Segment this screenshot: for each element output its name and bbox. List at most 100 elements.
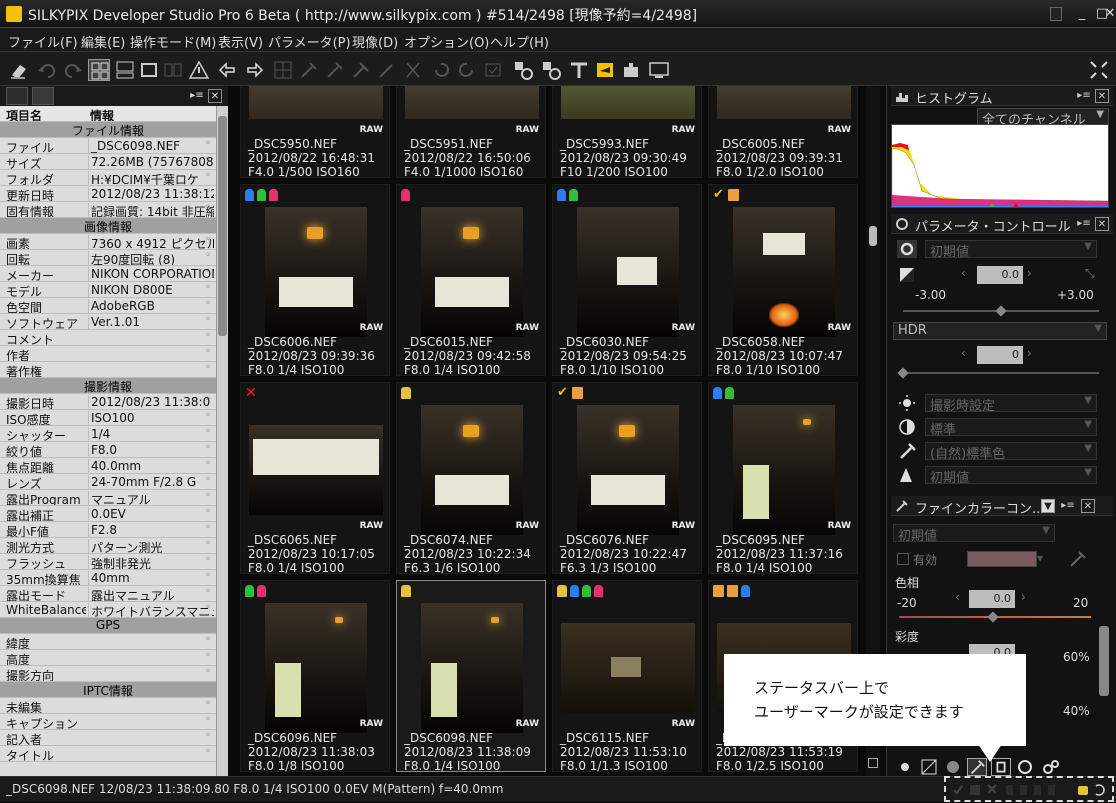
- info-row[interactable]: フラッシュ 強制非発光 ◦: [0, 554, 216, 570]
- edit-dot-icon[interactable]: ◦: [205, 538, 211, 549]
- info-row[interactable]: 露出モード 露出マニュアル ◦: [0, 586, 216, 602]
- info-row[interactable]: 更新日時 2012/08/23 11:38:12 ◦: [0, 186, 216, 202]
- thumbnail-view-icon[interactable]: [88, 59, 110, 81]
- enable-checkbox[interactable]: [897, 553, 909, 565]
- lens-icon[interactable]: [1015, 758, 1035, 776]
- exposure-value[interactable]: 0.0: [977, 266, 1023, 284]
- thumbnail-image[interactable]: [561, 86, 695, 119]
- edit-dot-icon[interactable]: ◦: [205, 602, 211, 613]
- thumbnail-image[interactable]: [249, 86, 383, 119]
- edit-dot-icon[interactable]: ◦: [205, 138, 211, 149]
- hue-slider-knob[interactable]: [987, 611, 999, 623]
- fine-color-dropdown-icon[interactable]: ▼: [1041, 499, 1055, 513]
- info-row[interactable]: ソフトウェア Ver.1.01 ◦: [0, 314, 216, 330]
- info-row[interactable]: キャプション ◦: [0, 714, 216, 730]
- info-section-header[interactable]: 撮影情報: [0, 378, 216, 394]
- thumbnail-cell[interactable]: ✔ RAW _DSC6058.NEF 2012/08/23 10:07:47 F8.0 …: [708, 184, 858, 377]
- edit-dot-icon[interactable]: ◦: [205, 554, 211, 565]
- edit-dot-icon[interactable]: ◦: [205, 666, 211, 677]
- fine-color-picker-icon[interactable]: [1067, 550, 1087, 568]
- thumbnail-cell[interactable]: RAW _DSC6096.NEF 2012/08/23 11:38:03 F8.0 1…: [240, 580, 390, 773]
- edit-dot-icon[interactable]: ◦: [205, 202, 211, 213]
- info-tab-icon[interactable]: [32, 87, 54, 105]
- increment-icon[interactable]: ›: [1027, 346, 1032, 360]
- edit-dot-icon[interactable]: ◦: [205, 634, 211, 645]
- thumbnail-image[interactable]: [421, 207, 523, 337]
- info-section-header[interactable]: 画像情報: [0, 218, 216, 234]
- eraser-icon[interactable]: [8, 59, 30, 81]
- info-row[interactable]: フォルダ H:¥DCIM¥千葉ロケ ◦: [0, 170, 216, 186]
- info-section-header[interactable]: ファイル情報: [0, 122, 216, 138]
- thumbnail-image[interactable]: [421, 405, 523, 535]
- sharpness-select[interactable]: 初期値 ▼: [925, 466, 1097, 486]
- edit-dot-icon[interactable]: ◦: [205, 362, 211, 373]
- info-row[interactable]: WhiteBalance ホワイトバランスマニュ ◦: [0, 602, 216, 618]
- thumbnail-cell[interactable]: RAW _DSC6006.NEF 2012/08/23 09:39:36 F8.0 1…: [240, 184, 390, 377]
- edit-dot-icon[interactable]: ◦: [205, 490, 211, 501]
- menu-edit[interactable]: 編集(E): [81, 32, 125, 51]
- info-section-header[interactable]: IPTC情報: [0, 682, 216, 698]
- edit-dot-icon[interactable]: ◦: [205, 330, 211, 341]
- wb-picker-icon[interactable]: [298, 59, 320, 81]
- info-row[interactable]: 高度 ◦: [0, 650, 216, 666]
- next-arrow-icon[interactable]: [244, 59, 266, 81]
- thumbnail-image[interactable]: [733, 405, 835, 535]
- panel-close-icon[interactable]: ✕: [1095, 89, 1109, 103]
- menu-file[interactable]: ファイル(F): [8, 32, 78, 51]
- thumbnail-image[interactable]: [265, 207, 367, 337]
- rotate-left-icon[interactable]: [430, 59, 452, 81]
- info-row[interactable]: シャッター 1/4 ◦: [0, 426, 216, 442]
- edit-dot-icon[interactable]: ◦: [205, 586, 211, 597]
- gray-picker-icon[interactable]: [324, 59, 346, 81]
- edit-dot-icon[interactable]: ◦: [205, 714, 211, 725]
- scroll-thumb[interactable]: [218, 116, 227, 336]
- thumbnail-cell[interactable]: RAW _DSC6115.NEF 2012/08/23 11:53:10 F8.0 1…: [552, 580, 702, 773]
- scroll-thumb[interactable]: [869, 226, 877, 246]
- batch-develop-icon[interactable]: [540, 59, 562, 81]
- develop-icon[interactable]: [512, 59, 534, 81]
- info-row[interactable]: 作者 ◦: [0, 346, 216, 362]
- thumbnail-cell[interactable]: RAW _DSC5950.NEF 2012/08/22 16:48:31 F4.0 1…: [240, 86, 390, 179]
- chevron-down-icon[interactable]: ▾: [1037, 551, 1043, 565]
- edit-dot-icon[interactable]: ◦: [205, 570, 211, 581]
- thumbnail-cell[interactable]: RAW _DSC6098.NEF 2012/08/23 11:38:09 F8.0 1…: [396, 580, 546, 773]
- menu-help[interactable]: ヘルプ(H): [490, 32, 549, 51]
- edit-dot-icon[interactable]: ◦: [205, 170, 211, 181]
- tool-icon[interactable]: [568, 59, 590, 81]
- wb-select[interactable]: 撮影時設定 ▼: [925, 394, 1097, 414]
- info-section-header[interactable]: GPS: [0, 618, 216, 634]
- color-select[interactable]: (自然)標準色 ▼: [925, 442, 1097, 462]
- edit-dot-icon[interactable]: ◦: [205, 698, 211, 709]
- thumbnail-image[interactable]: [577, 405, 679, 535]
- edit-dot-icon[interactable]: ◦: [205, 522, 211, 533]
- edit-dot-icon[interactable]: ◦: [205, 474, 211, 485]
- check-icon[interactable]: [482, 59, 504, 81]
- warning-icon[interactable]: [188, 59, 210, 81]
- edit-dot-icon[interactable]: ◦: [205, 650, 211, 661]
- noise-icon[interactable]: [943, 758, 963, 776]
- thumbnail-cell[interactable]: RAW _DSC6074.NEF 2012/08/23 10:22:34 F6.3 1…: [396, 382, 546, 575]
- info-row[interactable]: 測光方式 パターン測光 ◦: [0, 538, 216, 554]
- info-row[interactable]: サイズ 72.26MB (75767808B ◦: [0, 154, 216, 170]
- hdr-slider[interactable]: [903, 372, 1099, 374]
- info-row[interactable]: 35mm換算焦 40mm ◦: [0, 570, 216, 586]
- panel-menu-icon[interactable]: ▸≡: [1077, 89, 1091, 103]
- thumbnail-image[interactable]: [421, 603, 523, 733]
- hammer-icon[interactable]: [350, 59, 372, 81]
- increment-icon[interactable]: ›: [1021, 590, 1026, 604]
- compare-icon[interactable]: [162, 59, 184, 81]
- panel-menu-icon[interactable]: ▸≡: [190, 89, 204, 103]
- info-row[interactable]: 絞り値 F8.0 ◦: [0, 442, 216, 458]
- info-row[interactable]: メーカー NIKON CORPORATION ◦: [0, 266, 216, 282]
- edit-dot-icon[interactable]: ◦: [205, 154, 211, 165]
- increment-icon[interactable]: ›: [1027, 266, 1032, 280]
- exposure-slider-knob[interactable]: [995, 305, 1007, 317]
- info-row[interactable]: 焦点距離 40.0mm ◦: [0, 458, 216, 474]
- info-row[interactable]: 露出Program マニュアル ◦: [0, 490, 216, 506]
- info-row[interactable]: 最小F値 F2.8 ◦: [0, 522, 216, 538]
- menu-develop[interactable]: 現像(D): [352, 32, 398, 51]
- thumbnail-cell[interactable]: ✕ RAW _DSC6065.NEF 2012/08/23 10:17:05 F8.0 …: [240, 382, 390, 575]
- info-row[interactable]: ファイル _DSC6098.NEF ◦: [0, 138, 216, 154]
- info-row[interactable]: 未編集 ◦: [0, 698, 216, 714]
- close-button[interactable]: ✕: [1104, 5, 1116, 23]
